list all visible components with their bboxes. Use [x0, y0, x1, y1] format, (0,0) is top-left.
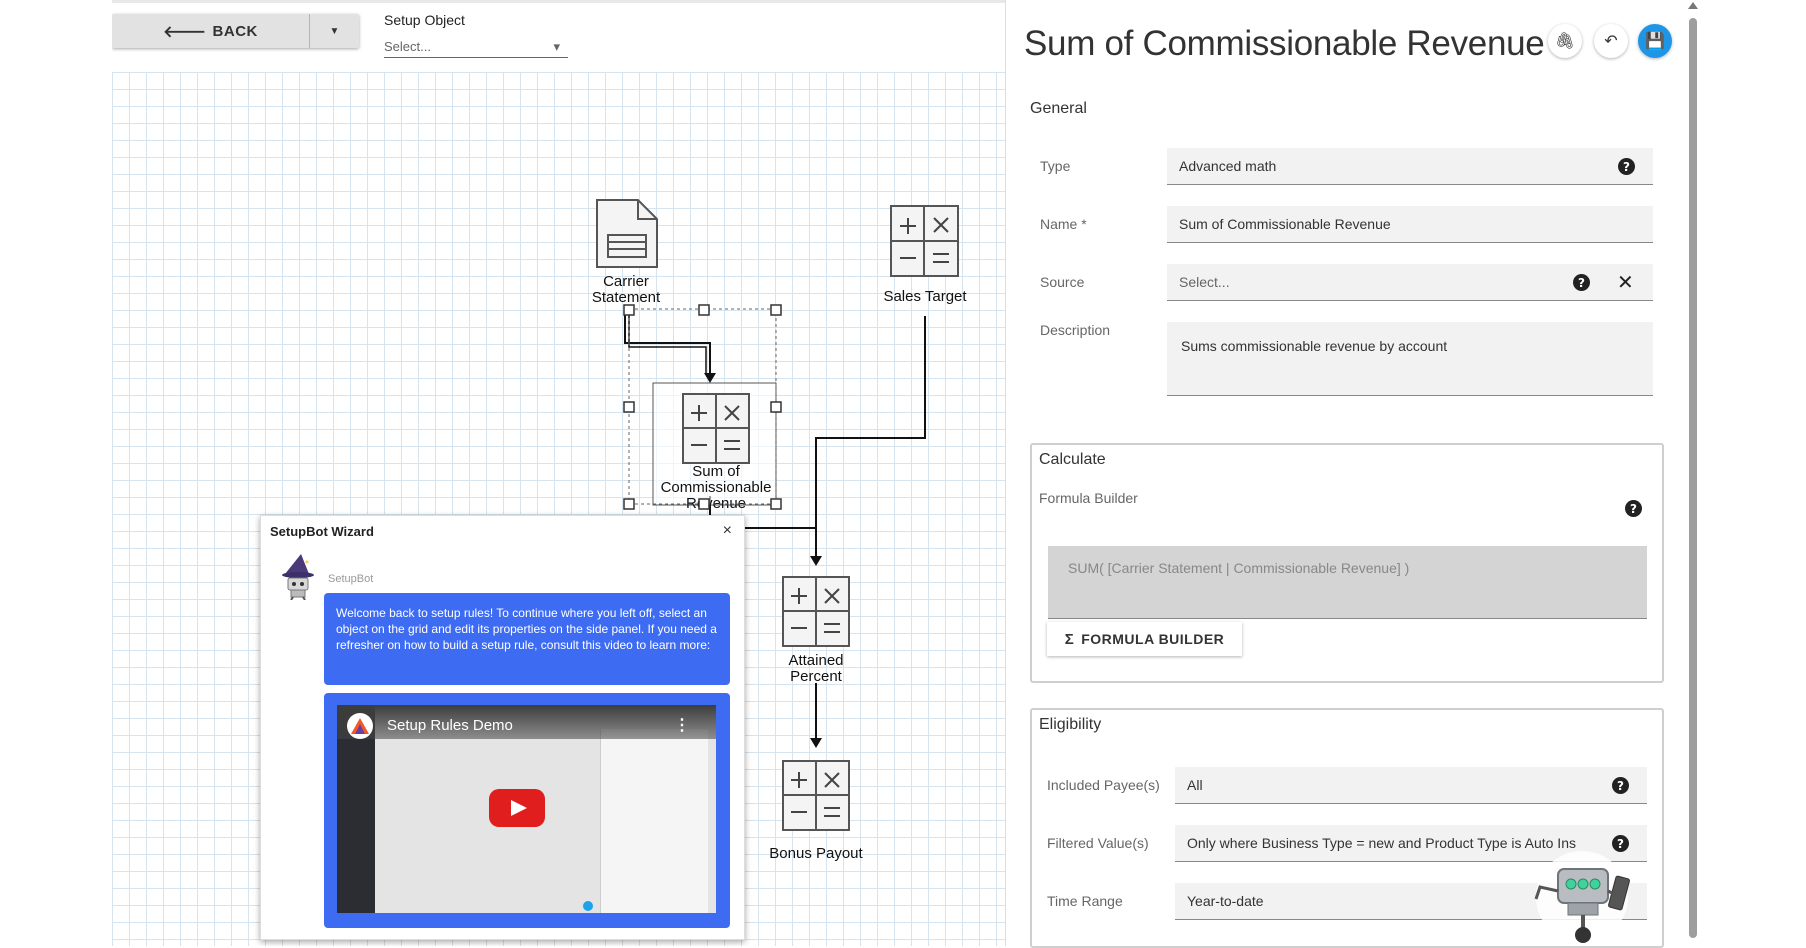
properties-panel: Sum of Commissionable Revenue 🖇 ↶ 💾 Gene… [1006, 0, 1700, 948]
formula-text: SUM( [Carrier Statement | Commissionable… [1068, 560, 1410, 576]
arrowhead [704, 373, 716, 383]
node-attained-percent[interactable]: Attained Percent [782, 576, 850, 685]
connector-carrier-to-sum[interactable] [624, 305, 711, 375]
source-placeholder: Select... [1179, 274, 1230, 290]
paperclip-icon: 🖇 [1554, 33, 1576, 50]
arrowhead [810, 738, 822, 748]
undo-button[interactable]: ↶ [1594, 24, 1628, 58]
help-icon[interactable]: ? [1625, 500, 1642, 517]
formula-builder-label: Formula Builder [1039, 490, 1138, 506]
formula-builder-button-label: FORMULA BUILDER [1081, 631, 1225, 647]
general-heading: General [1030, 100, 1087, 117]
connector-sales-target-to-attained[interactable] [815, 316, 926, 558]
node-sales-target[interactable]: Sales Target [883, 205, 967, 305]
video-title: Setup Rules Demo [387, 717, 513, 734]
help-icon[interactable]: ? [1573, 274, 1590, 291]
helper-bot-icon[interactable] [1524, 849, 1644, 946]
wizard-title: SetupBot Wizard [270, 523, 374, 539]
description-textarea[interactable]: Sums commissionable revenue by account [1167, 322, 1653, 396]
node-label: Commissionable [661, 479, 772, 496]
node-label: Percent [790, 668, 843, 685]
calculator-icon [890, 205, 959, 277]
type-label: Type [1040, 158, 1071, 174]
undo-icon: ↶ [1604, 33, 1618, 50]
description-value: Sums commissionable revenue by account [1181, 338, 1448, 354]
panel-title: Sum of Commissionable Revenue [1024, 24, 1545, 63]
video-thumbnail-panel [600, 729, 708, 913]
calculator-icon [782, 760, 850, 831]
name-input[interactable]: Sum of Commissionable Revenue [1167, 206, 1653, 243]
node-label: Sales Target [883, 288, 967, 305]
scrollbar[interactable] [1686, 0, 1700, 946]
sigma-icon: Σ [1064, 630, 1075, 648]
filtered-values-label: Filtered Value(s) [1047, 835, 1149, 851]
time-range-value: Year-to-date [1187, 893, 1264, 909]
node-sum-of-commissionable-revenue[interactable]: Sum of Commissionable Revenue [623, 304, 782, 512]
close-icon[interactable]: × [723, 522, 732, 540]
name-value: Sum of Commissionable Revenue [1179, 216, 1391, 232]
calculator-icon [782, 576, 850, 647]
save-icon: 💾 [1645, 33, 1665, 50]
included-payees-select[interactable]: All [1175, 767, 1647, 804]
source-label: Source [1040, 274, 1085, 290]
wizard-header: SetupBot Wizard × [261, 516, 744, 546]
node-bonus-payout[interactable]: Bonus Payout [769, 760, 864, 862]
arrowhead [810, 556, 822, 566]
scrollbar-thumb[interactable] [1689, 18, 1697, 938]
description-label: Description [1040, 322, 1111, 338]
wizard-bot-avatar [282, 554, 314, 600]
time-range-label: Time Range [1047, 893, 1123, 909]
node-label: Statement [592, 289, 661, 306]
node-label: Carrier [603, 273, 649, 290]
wizard-bot-name: SetupBot [328, 573, 374, 585]
calculate-title: Calculate [1039, 451, 1106, 468]
eligibility-title: Eligibility [1039, 716, 1102, 733]
help-icon[interactable]: ? [1618, 158, 1635, 175]
video-channel-logo-icon [347, 713, 373, 739]
included-payees-label: Included Payee(s) [1047, 777, 1160, 793]
name-label: Name * [1040, 216, 1087, 232]
wizard-message: Welcome back to setup rules! To continue… [324, 593, 730, 685]
node-label: Sum of [692, 463, 740, 480]
type-select[interactable]: Advanced math [1167, 148, 1653, 185]
video-player[interactable]: Setup Rules Demo ⋮ [337, 705, 716, 913]
scroll-up-icon[interactable] [1688, 2, 1698, 9]
help-icon[interactable]: ? [1612, 777, 1629, 794]
setupbot-wizard: SetupBot Wizard × SetupBot Welcome back … [260, 515, 745, 940]
play-icon[interactable] [489, 789, 545, 827]
document-icon [596, 199, 658, 268]
more-vert-icon[interactable]: ⋮ [674, 715, 690, 735]
attach-button[interactable]: 🖇 [1548, 24, 1582, 58]
video-frame: Setup Rules Demo ⋮ [324, 693, 730, 928]
connector-carrier-to-sum-shadow [628, 305, 707, 375]
type-value: Advanced math [1179, 158, 1277, 174]
formula-display[interactable]: SUM( [Carrier Statement | Commissionable… [1048, 546, 1647, 619]
save-button[interactable]: 💾 [1638, 24, 1672, 58]
clear-icon[interactable]: ✕ [1617, 270, 1634, 295]
node-label: Attained [788, 652, 843, 669]
calculator-icon [682, 393, 750, 464]
node-carrier-statement[interactable]: Carrier Statement [592, 199, 661, 306]
formula-builder-button[interactable]: Σ FORMULA BUILDER [1047, 622, 1242, 656]
filtered-values-value: Only where Business Type = new and Produ… [1187, 835, 1576, 851]
canvas-area: 🡐 BACK ▼ Setup Object Select... ▾ Carrie… [112, 0, 1005, 946]
video-indicator-dot [583, 901, 593, 911]
calculate-card: Calculate Formula Builder ? SUM( [Carrie… [1030, 443, 1664, 683]
node-label: Bonus Payout [769, 845, 863, 862]
included-payees-value: All [1187, 777, 1203, 793]
